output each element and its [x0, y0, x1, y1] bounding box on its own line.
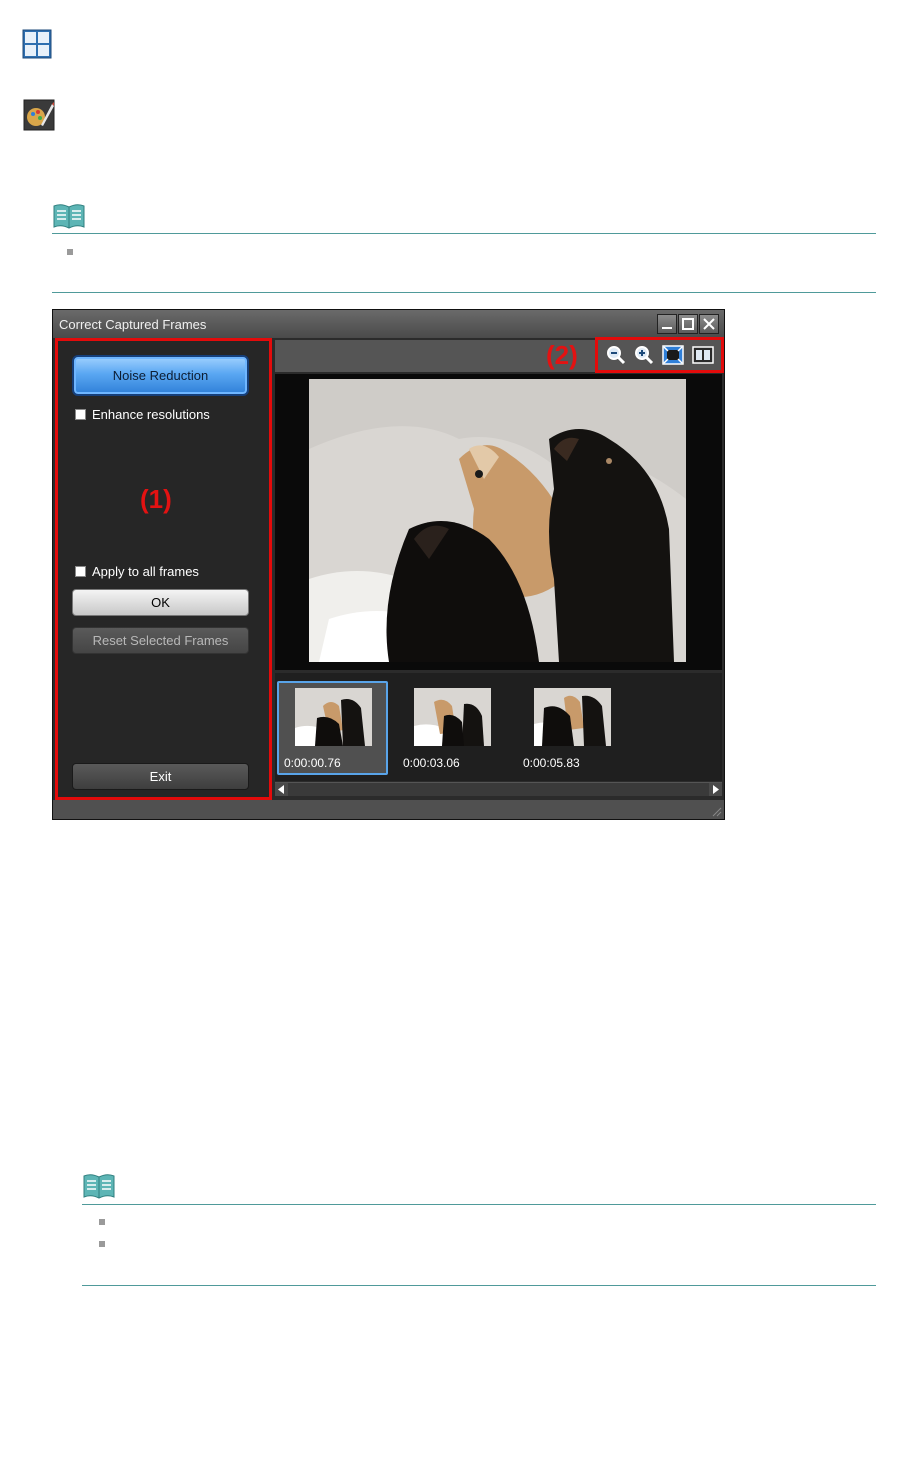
note-bullet: [67, 249, 73, 255]
note-book-icon: [82, 1173, 116, 1199]
annotation-box-1: [55, 338, 272, 800]
note-bullet: [99, 1241, 105, 1247]
thumbnail-image[interactable]: [534, 688, 611, 746]
thumbnail-image[interactable]: [295, 688, 372, 746]
note-bullet: [99, 1219, 105, 1225]
annotation-box-2: [595, 337, 724, 373]
thumbnail-time: 0:00:05.83: [523, 756, 580, 770]
status-bar: [53, 800, 724, 819]
correct-enhance-icon: [23, 99, 55, 131]
minimize-icon: [662, 327, 672, 329]
thumbnail-time: 0:00:00.76: [284, 756, 341, 770]
thumbnail-time: 0:00:03.06: [403, 756, 460, 770]
thumbnail-image[interactable]: [414, 688, 491, 746]
grid-layout-icon: [22, 29, 52, 59]
preview-image[interactable]: [309, 379, 686, 662]
note-divider-top: [52, 233, 876, 234]
annotation-label-2: (2): [546, 340, 578, 370]
resize-grip-icon: [712, 807, 722, 817]
window-title: Correct Captured Frames: [59, 317, 207, 332]
maximize-icon: [682, 318, 694, 330]
close-button[interactable]: [699, 314, 719, 334]
horizontal-scrollbar[interactable]: [275, 782, 722, 796]
note-divider-top: [82, 1204, 876, 1205]
close-icon: [703, 318, 715, 330]
maximize-button[interactable]: [678, 314, 698, 334]
title-bar[interactable]: Correct Captured Frames: [53, 310, 724, 338]
note-divider-bottom: [52, 292, 876, 293]
minimize-button[interactable]: [657, 314, 677, 334]
note-book-icon: [52, 203, 86, 229]
note-divider-bottom: [82, 1285, 876, 1286]
